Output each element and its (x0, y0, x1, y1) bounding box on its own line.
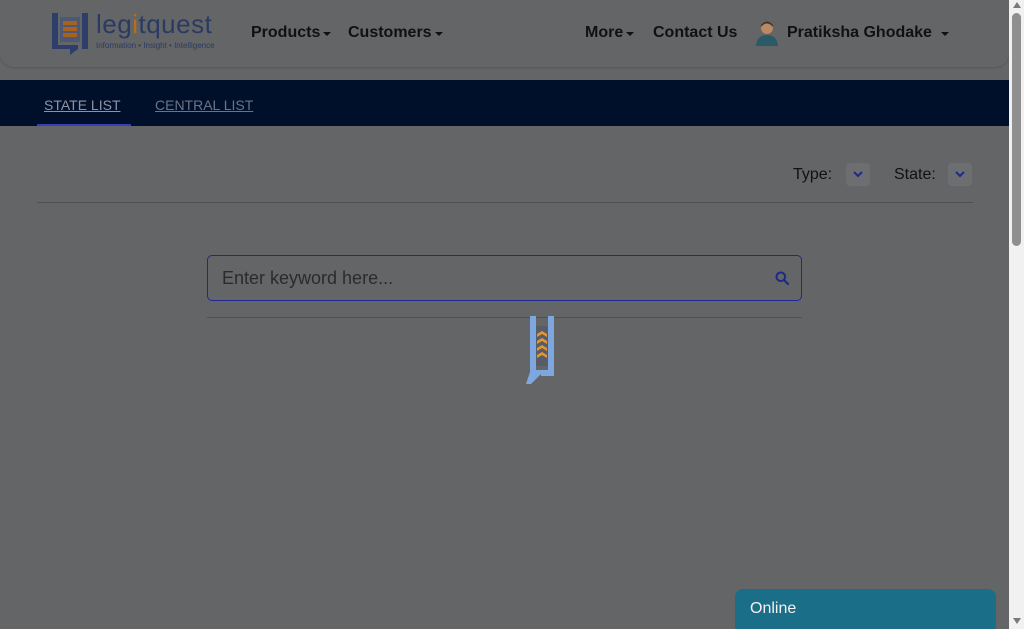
search-divider (207, 317, 802, 318)
top-navbar: legitquest Information • Insight • Intel… (0, 0, 1009, 67)
nav-products-label: Products (251, 24, 321, 41)
online-chat-widget[interactable]: Online (735, 589, 996, 629)
scroll-up-arrow-icon[interactable] (1013, 2, 1021, 8)
nav-contact-us-label: Contact Us (653, 24, 738, 41)
search-input[interactable] (222, 256, 762, 300)
scrollbar-thumb[interactable] (1012, 13, 1021, 246)
page-scrollbar[interactable] (1009, 0, 1024, 629)
user-menu[interactable]: Pratiksha Ghodake (787, 24, 949, 42)
nav-more[interactable]: More (585, 24, 635, 42)
user-name: Pratiksha Ghodake (787, 24, 932, 41)
legitquest-loading-icon (526, 316, 554, 384)
nav-more-label: More (585, 24, 624, 41)
user-avatar-icon[interactable] (755, 20, 779, 46)
legitquest-logo[interactable]: legitquest Information • Insight • Intel… (48, 9, 224, 55)
logo-wordmark: legitquest (96, 9, 213, 39)
nav-contact-us[interactable]: Contact Us (653, 24, 737, 42)
keyword-search (207, 255, 802, 301)
tab-state-list[interactable]: STATE LIST (44, 97, 121, 113)
chevron-down-icon (955, 171, 965, 178)
caret-down-icon (940, 32, 949, 36)
chat-status-label: Online (750, 600, 797, 617)
scroll-down-arrow-icon[interactable] (1013, 618, 1021, 624)
type-filter-label: Type: (793, 166, 833, 183)
active-tab-indicator (37, 124, 131, 126)
page: legitquest Information • Insight • Intel… (0, 0, 1009, 629)
nav-products[interactable]: Products (251, 24, 332, 42)
tab-central-list[interactable]: CENTRAL LIST (155, 97, 253, 113)
nav-customers[interactable]: Customers (348, 24, 443, 42)
state-filter-label: State: (894, 166, 936, 183)
logo-tagline: Information • Insight • Intelligence (96, 41, 215, 50)
caret-down-icon (626, 32, 635, 36)
list-tabbar: STATE LIST CENTRAL LIST (0, 80, 1009, 126)
chevron-down-icon (853, 171, 863, 178)
filter-divider (37, 202, 973, 203)
caret-down-icon (323, 32, 332, 36)
nav-customers-label: Customers (348, 24, 432, 41)
search-icon[interactable] (775, 271, 789, 285)
caret-down-icon (434, 32, 443, 36)
state-select[interactable] (948, 163, 972, 186)
type-select[interactable] (846, 163, 870, 186)
logo-mark-icon (52, 13, 88, 55)
